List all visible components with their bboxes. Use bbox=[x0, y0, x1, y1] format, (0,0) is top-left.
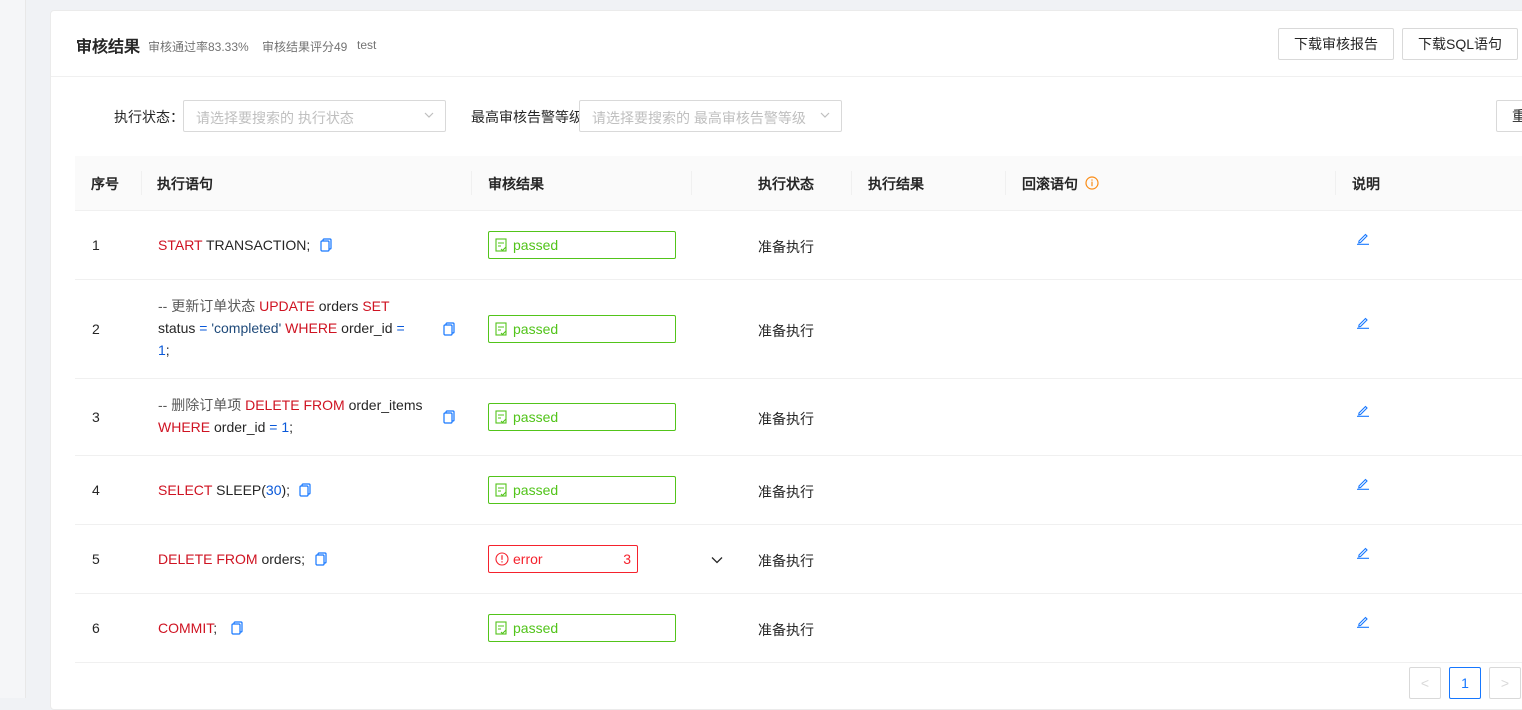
edit-icon[interactable] bbox=[1356, 403, 1370, 417]
audit-score: 审核结果评分49 bbox=[262, 40, 348, 54]
exec-status: 准备执行 bbox=[758, 239, 814, 255]
exec-status: 准备执行 bbox=[758, 622, 814, 638]
info-icon[interactable] bbox=[1085, 176, 1099, 190]
exec-status: 准备执行 bbox=[758, 484, 814, 500]
chevron-down-icon bbox=[820, 112, 830, 118]
sql-text: START TRANSACTION; bbox=[158, 237, 311, 253]
exec-status-select[interactable]: 请选择要搜索的 执行状态 bbox=[183, 100, 446, 132]
level-select[interactable]: 请选择要搜索的 最高审核告警等级 bbox=[579, 100, 842, 132]
sql-text: -- 删除订单项 DELETE FROM order_items WHERE or… bbox=[158, 397, 423, 435]
edit-icon[interactable] bbox=[1356, 315, 1370, 329]
table-row: 1 START TRANSACTION; passed 准备执行 bbox=[75, 211, 1522, 280]
row-index: 6 bbox=[92, 620, 100, 636]
file-check-icon bbox=[495, 410, 507, 424]
chevron-down-icon bbox=[424, 112, 434, 118]
col-exec-result: 执行结果 bbox=[868, 176, 924, 192]
col-rollback: 回滚语句 bbox=[1022, 176, 1078, 192]
audit-passed-tag: passed bbox=[488, 476, 676, 504]
col-desc: 说明 bbox=[1352, 176, 1380, 192]
sql-text: DELETE FROM orders; bbox=[158, 551, 306, 567]
col-index: 序号 bbox=[91, 176, 119, 192]
edit-icon[interactable] bbox=[1356, 476, 1370, 490]
audit-passed-tag: passed bbox=[488, 315, 676, 343]
audit-passed-tag: passed bbox=[488, 614, 676, 642]
file-check-icon bbox=[495, 322, 507, 336]
row-index: 3 bbox=[92, 409, 100, 425]
col-exec-status: 执行状态 bbox=[758, 176, 814, 192]
row-index: 4 bbox=[92, 482, 100, 498]
download-report-button[interactable]: 下载审核报告 bbox=[1278, 28, 1394, 60]
col-audit: 审核结果 bbox=[488, 176, 544, 192]
card-header: 审核结果 审核通过率83.33% 审核结果评分49 test 下载审核报告 下载… bbox=[51, 11, 1522, 77]
audit-error-tag: error 3 bbox=[488, 545, 638, 573]
audit-result-card: 审核结果 审核通过率83.33% 审核结果评分49 test 下载审核报告 下载… bbox=[50, 10, 1522, 710]
pass-rate: 审核通过率83.33% bbox=[148, 40, 249, 54]
table-row: 5 DELETE FROM orders; error 3 准备执行 bbox=[75, 525, 1522, 594]
copy-icon[interactable] bbox=[443, 322, 455, 336]
copy-icon[interactable] bbox=[315, 552, 327, 566]
sql-text: COMMIT; bbox=[158, 620, 218, 636]
table-row: 6 COMMIT; passed 准备执行 bbox=[75, 594, 1522, 663]
exec-status-placeholder: 请选择要搜索的 执行状态 bbox=[196, 110, 354, 126]
exec-status-filter-label: 执行状态： bbox=[114, 109, 184, 125]
level-filter-label: 最高审核告警等级 bbox=[471, 109, 583, 125]
edit-icon[interactable] bbox=[1356, 545, 1370, 559]
table-row: 4 SELECT SLEEP(30); passed 准备执行 bbox=[75, 456, 1522, 525]
copy-icon[interactable] bbox=[299, 483, 311, 497]
left-sidebar-edge bbox=[0, 0, 26, 698]
row-index: 1 bbox=[92, 237, 100, 253]
level-placeholder: 请选择要搜索的 最高审核告警等级 bbox=[592, 110, 806, 126]
audit-passed-tag: passed bbox=[488, 403, 676, 431]
edit-icon[interactable] bbox=[1356, 614, 1370, 628]
table-row: 2 -- 更新订单状态 UPDATE orders SET status = 'c… bbox=[75, 280, 1522, 379]
table-header: 序号 执行语句 审核结果 执行状态 执行结果 回滚语句 说明 bbox=[75, 156, 1522, 211]
instance-name: test bbox=[357, 38, 377, 52]
pagination-next[interactable]: > bbox=[1489, 667, 1521, 699]
file-check-icon bbox=[495, 238, 507, 252]
copy-icon[interactable] bbox=[320, 238, 332, 252]
file-check-icon bbox=[495, 483, 507, 497]
audit-passed-tag: passed bbox=[488, 231, 676, 259]
table-row: 3 -- 删除订单项 DELETE FROM order_items WHERE … bbox=[75, 379, 1522, 456]
card-title: 审核结果 bbox=[76, 39, 141, 56]
pagination-page-1[interactable]: 1 bbox=[1449, 667, 1481, 699]
sql-text: SELECT SLEEP(30); bbox=[158, 482, 291, 498]
error-count: 3 bbox=[623, 551, 631, 567]
reset-button[interactable]: 重 bbox=[1496, 100, 1522, 132]
col-sql: 执行语句 bbox=[157, 176, 213, 192]
exec-status: 准备执行 bbox=[758, 411, 814, 427]
row-index: 2 bbox=[92, 321, 100, 337]
file-check-icon bbox=[495, 621, 507, 635]
copy-icon[interactable] bbox=[231, 621, 243, 635]
pagination-prev[interactable]: < bbox=[1409, 667, 1441, 699]
exec-status: 准备执行 bbox=[758, 323, 814, 339]
row-index: 5 bbox=[92, 551, 100, 567]
exclamation-circle-icon bbox=[495, 552, 509, 566]
exec-status: 准备执行 bbox=[758, 553, 814, 569]
copy-icon[interactable] bbox=[443, 410, 455, 424]
download-sql-button[interactable]: 下载SQL语句 bbox=[1402, 28, 1519, 60]
edit-icon[interactable] bbox=[1356, 231, 1370, 245]
chevron-down-icon[interactable] bbox=[710, 553, 724, 567]
sql-text: -- 更新订单状态 UPDATE orders SET status = 'com… bbox=[158, 298, 405, 358]
